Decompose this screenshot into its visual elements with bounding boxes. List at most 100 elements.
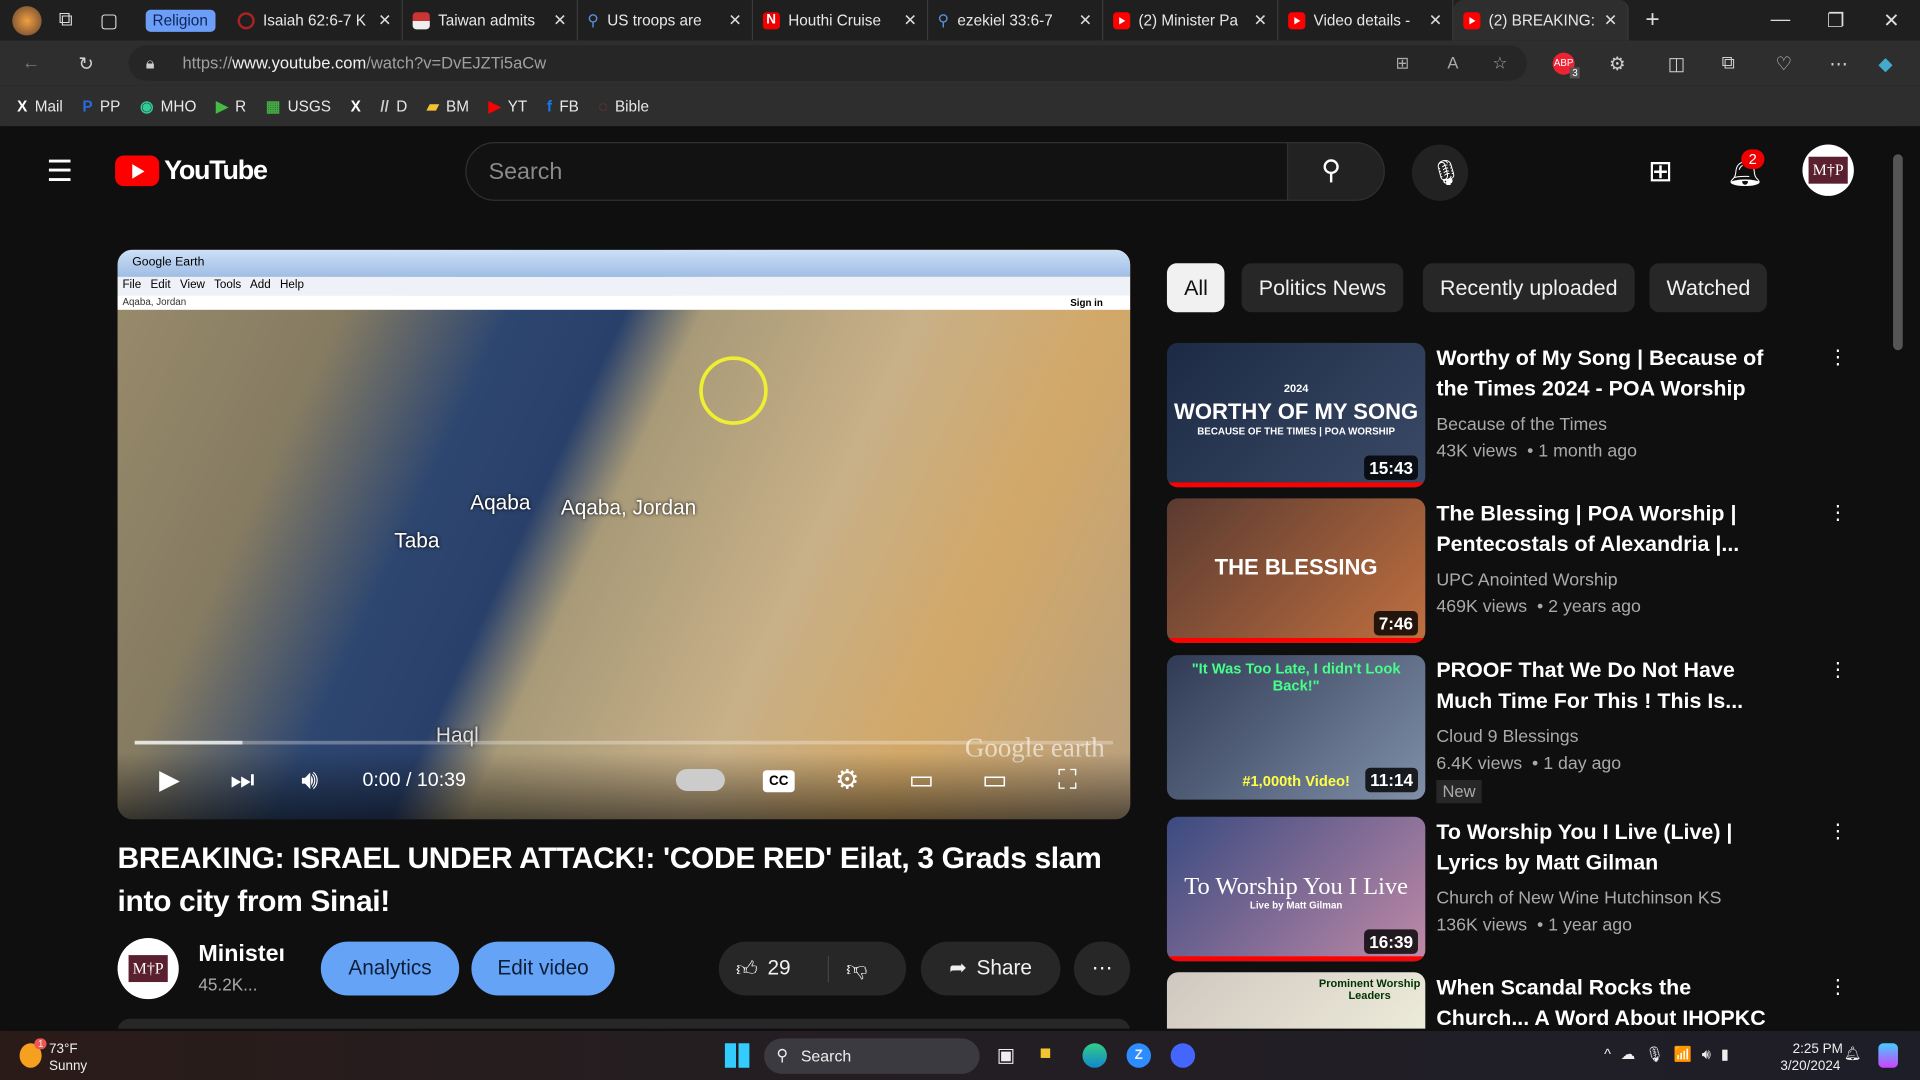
bookmark-item[interactable]: X: [351, 97, 361, 114]
split-screen-icon[interactable]: ◫: [1668, 52, 1685, 74]
clock-date[interactable]: 3/20/2024: [1780, 1059, 1840, 1074]
filter-chip[interactable]: All: [1166, 263, 1226, 313]
page-scrollbar[interactable]: [1893, 137, 1903, 1019]
close-tab-icon[interactable]: ✕: [1604, 10, 1617, 30]
more-menu-icon[interactable]: ⋯: [1829, 52, 1847, 74]
scrollbar-thumb[interactable]: [1893, 154, 1903, 351]
extensions-icon[interactable]: ⚙: [1609, 52, 1625, 74]
profile-icon[interactable]: [12, 5, 42, 35]
read-aloud-icon[interactable]: A: [1447, 54, 1458, 72]
browser-tab[interactable]: Video details - ✕: [1278, 0, 1454, 41]
more-options-icon[interactable]: ⋮: [1828, 501, 1848, 525]
bookmark-item[interactable]: ▶ R: [216, 97, 246, 115]
clock-time[interactable]: 2:25 PM: [1793, 1042, 1843, 1057]
more-options-icon[interactable]: ⋮: [1828, 658, 1848, 682]
channel-name[interactable]: Ministeı: [198, 942, 285, 969]
play-icon[interactable]: ▶: [159, 764, 180, 796]
start-button[interactable]: [724, 1043, 750, 1068]
volume-icon[interactable]: 🔊︎: [301, 764, 318, 796]
video-thumbnail[interactable]: To Worship You I Live Live by Matt Gilman…: [1166, 816, 1426, 962]
collections-icon[interactable]: ⧉: [1722, 53, 1735, 74]
filter-chip[interactable]: Watched: [1649, 263, 1768, 313]
edge-icon[interactable]: [1082, 1043, 1107, 1068]
browser-tab[interactable]: Isaiah 62:6-7 K ✕: [227, 0, 403, 41]
bookmark-item[interactable]: ◌ Bible: [598, 97, 648, 114]
app-available-icon[interactable]: ⊞: [1396, 53, 1410, 73]
menu-icon[interactable]: ☰: [47, 154, 73, 190]
recommended-video-title[interactable]: PROOF That We Do Not Have Much Time For …: [1436, 655, 1767, 716]
minimize-button[interactable]: —: [1771, 9, 1791, 31]
recommended-video[interactable]: To Worship You I Live Live by Matt Gilman…: [1166, 816, 1853, 962]
close-tab-icon[interactable]: ✕: [553, 10, 566, 30]
system-tray-icons[interactable]: ^☁🎙︎📶🔊︎▮: [1604, 1046, 1739, 1064]
copilot-taskbar-icon[interactable]: [1878, 1043, 1898, 1068]
close-tab-icon[interactable]: ✕: [378, 10, 391, 30]
close-tab-icon[interactable]: ✕: [1429, 10, 1442, 30]
bookmark-item[interactable]: // D: [380, 97, 407, 114]
recommended-channel[interactable]: Because of the Times: [1436, 415, 1607, 435]
dislike-button[interactable]: 👎︎: [829, 956, 867, 982]
bookmark-item[interactable]: X Mail: [17, 97, 63, 114]
recommended-video-title[interactable]: To Worship You I Live (Live) | Lyrics by…: [1436, 817, 1767, 878]
zoom-app-icon[interactable]: Z: [1126, 1043, 1152, 1068]
refresh-icon[interactable]: ↻: [78, 52, 93, 74]
recommended-video[interactable]: "It Was Too Late, I didn't Look Back!" #1…: [1166, 655, 1853, 804]
file-explorer-icon[interactable]: ■: [1040, 1043, 1052, 1065]
recommended-video[interactable]: THE BLESSING 7:46 The Blessing | POA Worsh…: [1166, 498, 1853, 643]
settings-gear-icon[interactable]: ⚙: [835, 764, 859, 796]
copilot-icon[interactable]: ◆: [1878, 52, 1892, 74]
filter-chip[interactable]: Recently uploaded: [1422, 263, 1635, 313]
video-player[interactable]: Google Earth File Edit View Tools Add He…: [117, 249, 1131, 820]
app-icon[interactable]: [1170, 1043, 1196, 1068]
browser-tab[interactable]: (2) Minister Pa ✕: [1103, 0, 1279, 41]
workspaces-icon[interactable]: ⧉: [59, 9, 73, 31]
browser-tab[interactable]: ⚲ ezekiel 33:6-7 ✕: [928, 0, 1103, 41]
vertical-tabs-icon[interactable]: ▢: [100, 8, 119, 32]
autoplay-toggle[interactable]: [675, 768, 725, 792]
favorite-star-icon[interactable]: ☆: [1493, 53, 1508, 73]
recommended-video[interactable]: Prominent Worship Leaders When Scandal Ro…: [1166, 972, 1853, 1029]
share-button[interactable]: ➦ Share: [920, 941, 1061, 996]
analytics-button[interactable]: Analytics: [320, 941, 460, 996]
voice-search-button[interactable]: 🎙︎: [1411, 144, 1469, 201]
cc-icon[interactable]: CC: [762, 770, 795, 793]
like-button[interactable]: 👍︎ 29: [719, 955, 829, 982]
tab-group-religion[interactable]: Religion: [145, 9, 216, 32]
close-tab-icon[interactable]: ✕: [903, 10, 916, 30]
recommended-video-title[interactable]: When Scandal Rocks the Church... A Word …: [1436, 972, 1767, 1029]
notification-icon[interactable]: 🔔︎: [1844, 1046, 1861, 1062]
recommended-channel[interactable]: UPC Anointed Worship: [1436, 571, 1617, 591]
browser-tab[interactable]: N Houthi Cruise ✕: [753, 0, 928, 41]
close-tab-icon[interactable]: ✕: [1254, 10, 1267, 30]
close-window-button[interactable]: ✕: [1883, 8, 1899, 32]
close-tab-icon[interactable]: ✕: [728, 10, 741, 30]
video-thumbnail[interactable]: WORTHY OF MY SONG BECAUSE OF THE TIMES | …: [1166, 342, 1426, 488]
browser-essentials-icon[interactable]: ♡: [1776, 52, 1792, 74]
miniplayer-icon[interactable]: ▭: [909, 764, 934, 796]
bookmark-item[interactable]: ▦ USGS: [266, 97, 331, 115]
bookmark-item[interactable]: ▶ YT: [489, 97, 528, 115]
search-button[interactable]: ⚲: [1286, 142, 1385, 201]
bookmark-item[interactable]: ▰ BM: [427, 97, 469, 115]
browser-tab[interactable]: ⚲ US troops are ✕: [578, 0, 753, 41]
edit-video-button[interactable]: Edit video: [471, 941, 615, 996]
video-thumbnail[interactable]: THE BLESSING 7:46: [1166, 498, 1426, 643]
back-icon[interactable]: ←: [22, 53, 40, 74]
browser-tab[interactable]: (2) BREAKING: ✕: [1453, 0, 1629, 41]
video-thumbnail[interactable]: "It Was Too Late, I didn't Look Back!" #1…: [1166, 655, 1426, 800]
close-tab-icon[interactable]: ✕: [1079, 10, 1092, 30]
bookmark-item[interactable]: f FB: [547, 97, 579, 114]
bookmark-item[interactable]: ◉ MHO: [140, 97, 196, 115]
channel-avatar[interactable]: M†P: [117, 937, 179, 1000]
new-tab-button[interactable]: +: [1645, 6, 1659, 34]
more-actions-button[interactable]: ⋯: [1073, 941, 1131, 996]
recommended-video-title[interactable]: The Blessing | POA Worship | Pentecostal…: [1436, 498, 1767, 559]
restore-button[interactable]: ❐: [1827, 8, 1845, 32]
more-options-icon[interactable]: ⋮: [1828, 975, 1848, 999]
youtube-logo[interactable]: YouTube: [115, 154, 268, 186]
theater-mode-icon[interactable]: ▭: [982, 764, 1007, 796]
create-video-icon[interactable]: ⊞: [1648, 154, 1673, 190]
browser-tab[interactable]: Taiwan admits ✕: [403, 0, 578, 41]
search-input[interactable]: Search: [465, 142, 1289, 201]
bookmark-item[interactable]: P PP: [82, 97, 120, 114]
